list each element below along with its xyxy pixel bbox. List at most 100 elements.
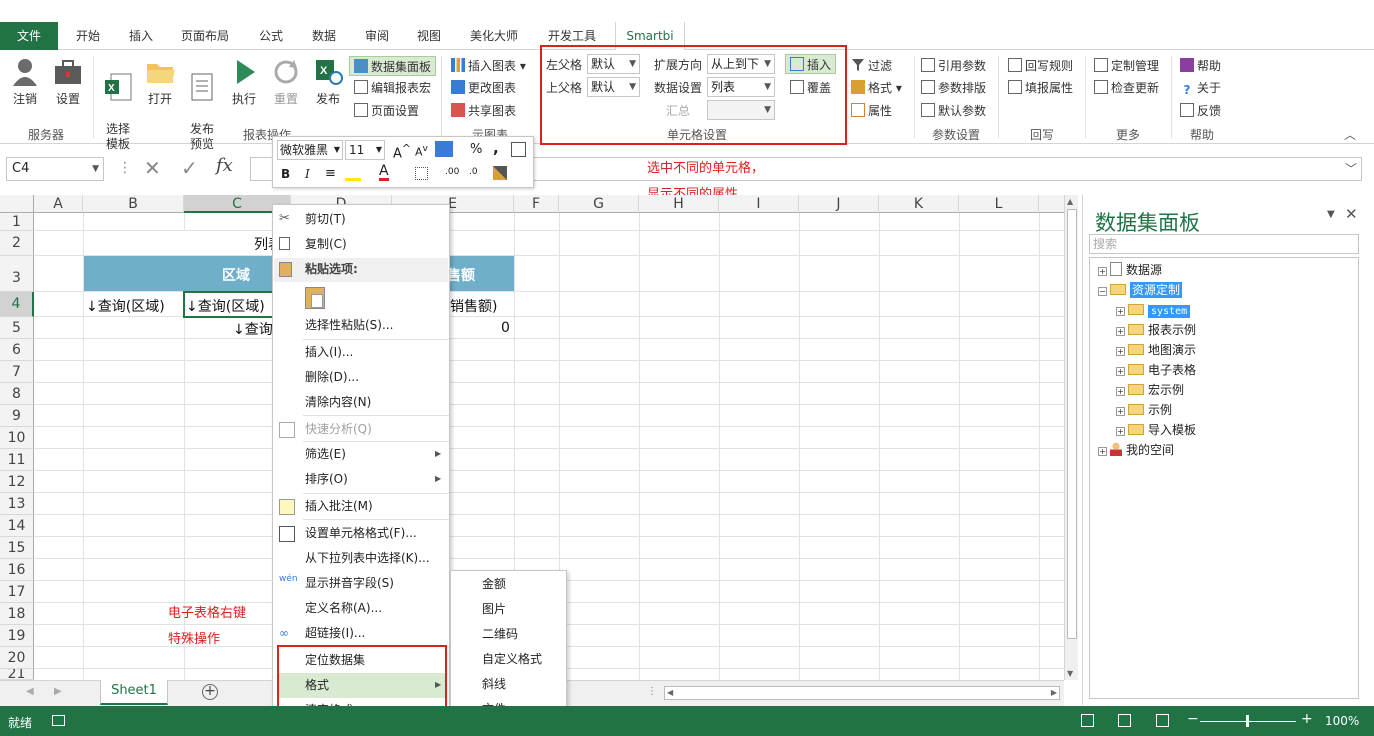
submenu-image[interactable]: 图片 (482, 597, 506, 622)
zoom-out-icon[interactable]: − (1187, 711, 1199, 727)
next-sheet-icon[interactable]: ▶ (54, 686, 62, 697)
submenu-custom-format[interactable]: 自定义格式 (482, 647, 542, 672)
expand-icon[interactable]: + (1116, 307, 1125, 316)
share-chart-button[interactable]: 共享图表 (451, 101, 516, 121)
tree-node-datasource[interactable]: + 数据源 (1098, 260, 1162, 280)
row-header[interactable]: 7 (0, 361, 34, 383)
tree-node-spreadsheet[interactable]: + 电子表格 (1116, 360, 1196, 380)
format-painter-icon[interactable] (493, 166, 507, 180)
custom-manage-button[interactable]: 定制管理 (1094, 56, 1159, 76)
expand-icon[interactable]: + (1116, 387, 1125, 396)
tab-file[interactable]: 文件 (0, 22, 58, 50)
menu-clear-contents[interactable]: 清除内容(N) (305, 390, 371, 415)
row-header[interactable]: 19 (0, 625, 34, 647)
tab-beautify[interactable]: 美化大师 (470, 22, 518, 50)
tab-page-layout[interactable]: 页面布局 (181, 22, 229, 50)
name-box[interactable]: C4 ▼ (6, 157, 104, 181)
percent-icon[interactable]: % (470, 142, 482, 157)
collapse-ribbon-icon[interactable]: ︿ (1344, 126, 1356, 143)
menu-cut[interactable]: 剪切(T) (305, 207, 346, 232)
search-input[interactable]: 搜索 (1089, 234, 1359, 254)
insert-function-icon[interactable]: fx (216, 155, 233, 176)
change-chart-button[interactable]: 更改图表 (451, 78, 516, 98)
fill-color-icon[interactable] (345, 167, 361, 181)
column-header-f[interactable]: F (514, 195, 559, 213)
default-param-button[interactable]: 默认参数 (921, 101, 986, 121)
decrease-font-icon[interactable]: Av (415, 143, 428, 159)
column-header-i[interactable]: I (719, 195, 799, 213)
open-button[interactable]: 打开 (142, 56, 178, 107)
cell-e5[interactable]: 0 (501, 320, 510, 336)
submenu-diagonal[interactable]: 斜线 (482, 672, 506, 697)
tab-view[interactable]: 视图 (417, 22, 441, 50)
tab-insert[interactable]: 插入 (129, 22, 153, 50)
column-header-a[interactable]: A (34, 195, 83, 213)
scroll-right-icon[interactable]: ▶ (1051, 688, 1057, 697)
expand-icon[interactable]: + (1116, 427, 1125, 436)
expand-icon[interactable]: + (1116, 367, 1125, 376)
menu-hyperlink[interactable]: 超链接(I)... (305, 621, 365, 646)
font-color-icon[interactable]: A (379, 164, 389, 181)
split-handle-icon[interactable]: ⋮ (647, 686, 657, 697)
row-header[interactable]: 13 (0, 493, 34, 515)
increase-decimal-icon[interactable]: .00 (445, 167, 459, 177)
tab-formulas[interactable]: 公式 (259, 22, 283, 50)
menu-show-pinyin[interactable]: 显示拼音字段(S) (305, 571, 394, 596)
select-all-corner[interactable] (0, 195, 34, 213)
row-header[interactable]: 14 (0, 515, 34, 537)
increase-font-icon[interactable]: A^ (393, 142, 411, 161)
font-name-select[interactable]: 微软雅黑 ▼ (277, 140, 343, 160)
format-table-icon[interactable] (511, 142, 526, 157)
column-header-g[interactable]: G (559, 195, 639, 213)
row-header[interactable]: 20 (0, 647, 34, 669)
fill-property-button[interactable]: 填报属性 (1008, 78, 1073, 98)
border-icon[interactable] (415, 167, 428, 180)
cell-c5[interactable]: ↓查询 (233, 319, 273, 339)
expand-icon[interactable]: + (1116, 327, 1125, 336)
decrease-decimal-icon[interactable]: .0 (469, 167, 478, 177)
zoom-in-icon[interactable]: + (1301, 711, 1313, 727)
scroll-up-icon[interactable]: ▲ (1067, 197, 1073, 206)
add-sheet-icon[interactable]: + (202, 684, 218, 700)
menu-define-name[interactable]: 定义名称(A)... (305, 596, 382, 621)
italic-icon[interactable]: I (305, 167, 310, 181)
font-size-select[interactable]: 11 ▼ (345, 140, 385, 160)
publish-preview-button[interactable]: 发布 预览 (184, 56, 220, 167)
expand-icon[interactable]: + (1116, 407, 1125, 416)
tree-node-my-space[interactable]: + 我的空间 (1098, 440, 1174, 460)
row-header[interactable]: 11 (0, 449, 34, 471)
column-header-b[interactable]: B (83, 195, 184, 213)
normal-view-icon[interactable] (1081, 714, 1094, 727)
tree-node-system[interactable]: + system (1116, 300, 1191, 320)
menu-sort[interactable]: 排序(O) (305, 467, 348, 492)
tab-review[interactable]: 审阅 (365, 22, 389, 50)
settings-button[interactable]: 设置 (50, 56, 86, 107)
param-arrange-button[interactable]: 参数排版 (921, 78, 986, 98)
page-break-view-icon[interactable] (1156, 714, 1169, 727)
tree-node-resource[interactable]: − 资源定制 (1098, 280, 1183, 300)
collapse-icon[interactable]: − (1098, 287, 1107, 296)
reset-button[interactable]: 重置 (268, 56, 304, 107)
tab-home[interactable]: 开始 (76, 22, 100, 50)
tree-node-import-template[interactable]: + 导入模板 (1116, 420, 1196, 440)
check-update-button[interactable]: 检查更新 (1094, 78, 1159, 98)
edit-macro-button[interactable]: 编辑报表宏 (354, 78, 431, 98)
column-header-k[interactable]: K (879, 195, 959, 213)
logout-button[interactable]: 注销 (6, 56, 44, 107)
page-layout-view-icon[interactable] (1118, 714, 1131, 727)
zoom-slider-thumb[interactable] (1246, 715, 1249, 727)
align-center-icon[interactable]: ≡ (325, 166, 336, 181)
filter-button[interactable]: 过滤 (851, 56, 892, 76)
select-template-button[interactable]: X 选择 模板 (100, 56, 136, 167)
menu-pick-from-list[interactable]: 从下拉列表中选择(K)... (305, 546, 430, 571)
writeback-rule-button[interactable]: 回写规则 (1008, 56, 1073, 76)
execute-button[interactable]: 执行 (226, 56, 262, 107)
row-header[interactable]: 5 (0, 317, 34, 339)
tab-data[interactable]: 数据 (312, 22, 336, 50)
help-button[interactable]: 帮助 (1180, 56, 1221, 76)
row-header[interactable]: 1 (0, 213, 34, 231)
menu-delete[interactable]: 删除(D)... (305, 365, 359, 390)
prev-sheet-icon[interactable]: ◀ (26, 686, 34, 697)
expand-icon[interactable]: + (1098, 267, 1107, 276)
column-header-h[interactable]: H (639, 195, 719, 213)
